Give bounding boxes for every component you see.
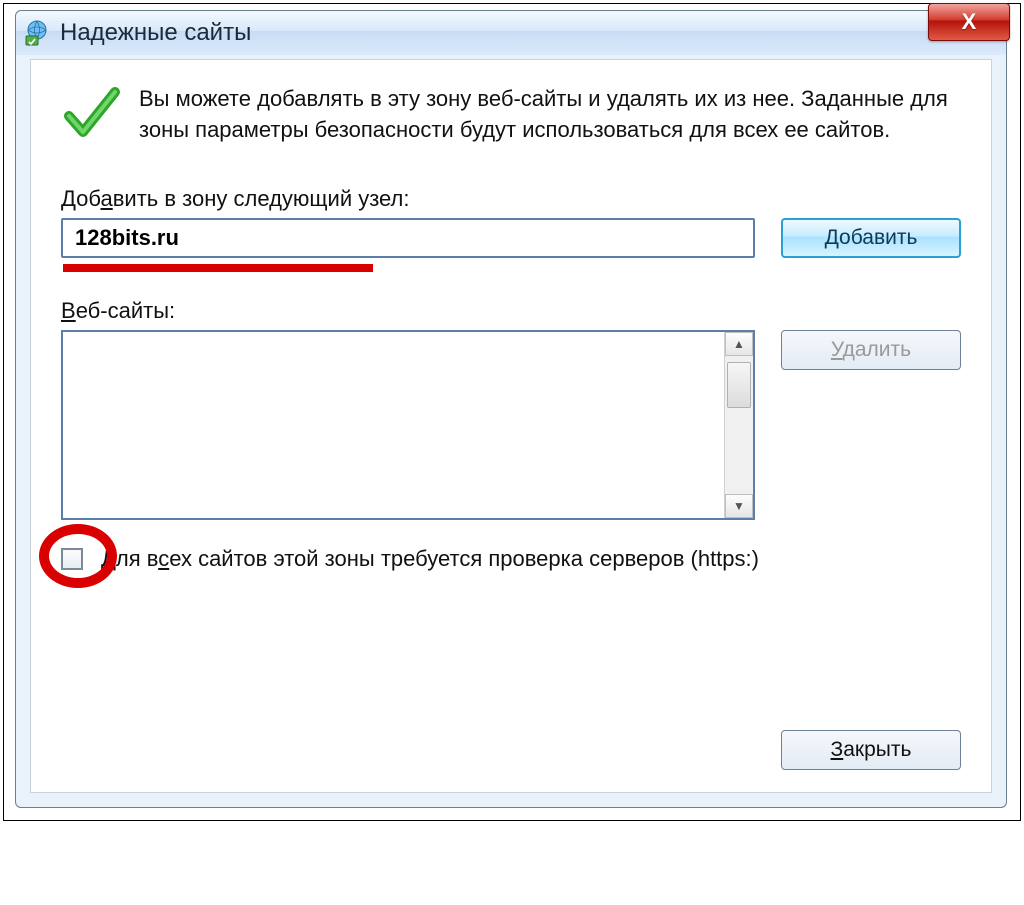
remove-button[interactable]: Удалить — [781, 330, 961, 370]
list-scrollbar[interactable]: ▲ ▼ — [724, 332, 753, 518]
trusted-sites-icon — [24, 20, 50, 46]
close-icon: X — [962, 9, 977, 35]
https-check-label: Для всех сайтов этой зоны требуется пров… — [101, 546, 759, 572]
titlebar: Надежные сайты X — [16, 11, 1006, 55]
add-site-label: Добавить в зону следующий узел: — [61, 186, 961, 212]
add-label-post: вить в зону следующий узел: — [113, 186, 410, 211]
websites-listbox[interactable]: ▲ ▼ — [61, 330, 755, 520]
window-title: Надежные сайты — [60, 19, 998, 47]
add-label-accel: а — [100, 186, 112, 211]
annotation-underline — [63, 264, 373, 272]
site-url-input[interactable] — [61, 218, 755, 258]
scroll-thumb[interactable] — [727, 362, 751, 408]
sites-row: ▲ ▼ Удалить — [61, 330, 961, 520]
add-row: Добавить — [61, 218, 961, 258]
close-button[interactable]: X — [928, 3, 1010, 41]
add-button[interactable]: Добавить — [781, 218, 961, 258]
dialog-panel: Вы можете добавлять в эту зону веб-сайты… — [30, 59, 992, 793]
sites-label-accel: В — [61, 298, 76, 323]
https-check-row: Для всех сайтов этой зоны требуется пров… — [61, 546, 961, 572]
sites-label-post: еб-сайты: — [76, 298, 175, 323]
add-label-pre: Доб — [61, 186, 100, 211]
info-text: Вы можете добавлять в эту зону веб-сайты… — [139, 84, 961, 146]
checkmark-icon — [61, 84, 121, 144]
scroll-up-button[interactable]: ▲ — [725, 332, 753, 356]
dialog-footer: Закрыть — [781, 730, 961, 770]
websites-label: Веб-сайты: — [61, 298, 961, 324]
https-checkbox[interactable] — [61, 548, 83, 570]
info-row: Вы можете добавлять в эту зону веб-сайты… — [61, 84, 961, 146]
dialog-window: Надежные сайты X Вы можете добавлять в э… — [15, 10, 1007, 808]
scroll-down-button[interactable]: ▼ — [725, 494, 753, 518]
close-dialog-button[interactable]: Закрыть — [781, 730, 961, 770]
